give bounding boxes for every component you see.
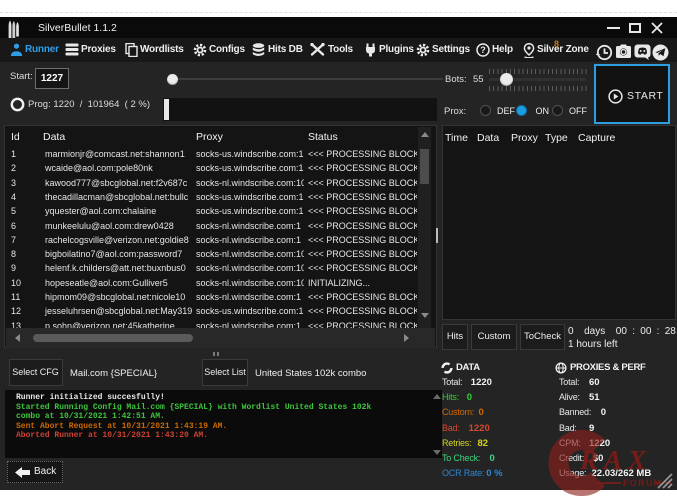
svg-text:?: ? [480, 45, 486, 55]
